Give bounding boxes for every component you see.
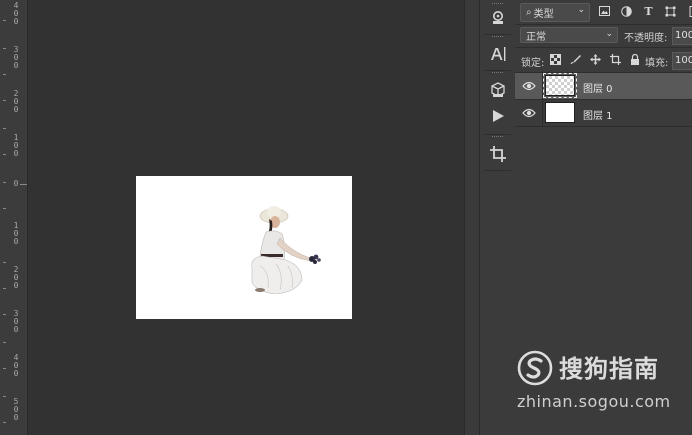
lock-all-icon[interactable]	[629, 53, 641, 66]
sogou-logo-icon	[517, 350, 553, 386]
ruler-label: 3 0 0	[13, 309, 19, 334]
lock-position-icon[interactable]	[589, 53, 601, 66]
character-panel-button[interactable]	[480, 40, 515, 68]
lock-row: 锁定: 填充: 100%	[515, 48, 692, 73]
watermark-url: zhinan.sogou.com	[517, 392, 671, 411]
3d-panel-button[interactable]	[480, 76, 515, 104]
crop-icon	[489, 146, 506, 162]
panel-icon-strip	[479, 0, 516, 435]
panel-divider[interactable]	[464, 0, 479, 435]
blend-mode-value: 正常	[526, 31, 546, 43]
layer-name: 图层 0	[583, 84, 613, 95]
kind-filter-value: 类型	[533, 9, 554, 20]
search-icon: ⌕	[526, 7, 532, 18]
lock-icons	[549, 53, 641, 66]
fill-input[interactable]: 100%	[672, 52, 692, 70]
ruler-label: 2 0 0	[13, 265, 19, 290]
ruler-label: 5 0 0	[13, 397, 19, 422]
actions-play-button[interactable]	[480, 102, 515, 130]
blend-mode-select[interactable]: 正常 ⌄	[520, 27, 618, 43]
layer-thumbnail	[545, 102, 575, 123]
crop-panel-button[interactable]	[480, 140, 515, 168]
eye-icon[interactable]	[522, 80, 536, 92]
chevron-down-icon: ⌄	[605, 29, 613, 39]
grip-handle[interactable]	[492, 136, 503, 139]
lock-artboard-icon[interactable]	[609, 53, 621, 66]
pixel-layer-filter-icon[interactable]	[598, 4, 611, 18]
history-panel-button[interactable]	[480, 4, 515, 32]
type-layer-filter-icon[interactable]: T	[642, 4, 655, 18]
chevron-down-icon: ⌄	[577, 5, 585, 15]
opacity-label: 不透明度:	[624, 33, 668, 44]
3d-icon	[490, 82, 505, 97]
opacity-input[interactable]: 100%	[672, 27, 692, 45]
layer-name: 图层 1	[583, 111, 613, 122]
ruler-origin-mark	[20, 184, 27, 185]
history-icon	[492, 11, 503, 24]
lock-label: 锁定:	[521, 58, 545, 69]
ruler-edge-marks	[0, 0, 8, 435]
layer-filter-row: ⌕ 类型 ⌄ T	[515, 0, 692, 25]
layer-thumbnail	[543, 73, 577, 98]
watermark-brand: 搜狗指南	[559, 355, 659, 383]
workspace[interactable]	[28, 0, 464, 435]
play-icon	[492, 110, 504, 122]
vertical-ruler[interactable]: 4 0 0 3 0 0 2 0 0 1 0 0 0 1 0 0 2 0 0 3 …	[0, 0, 28, 435]
character-icon	[490, 47, 505, 61]
smart-object-filter-icon[interactable]	[686, 4, 692, 18]
grip-handle[interactable]	[492, 36, 503, 39]
ruler-label: 3 0 0	[13, 45, 19, 70]
layer-row[interactable]: 图层 0	[515, 73, 692, 100]
adjustment-layer-filter-icon[interactable]	[620, 4, 633, 18]
shape-layer-filter-icon[interactable]	[664, 4, 677, 18]
ruler-label: 4 0 0	[13, 353, 19, 378]
woman-in-hat-photo	[251, 206, 321, 294]
blend-row: 正常 ⌄ 不透明度: 100%	[515, 25, 692, 48]
lock-image-pixels-icon[interactable]	[569, 53, 581, 66]
document-canvas[interactable]	[136, 176, 352, 319]
layer-row[interactable]: 图层 1	[515, 100, 692, 127]
lock-transparent-pixels-icon[interactable]	[549, 53, 561, 66]
ruler-label: 1 0 0	[13, 133, 19, 158]
eye-icon[interactable]	[522, 107, 536, 119]
kind-filter-select[interactable]: ⌕ 类型 ⌄	[520, 3, 590, 22]
grip-handle[interactable]	[492, 72, 503, 75]
filter-icons: T	[598, 4, 692, 18]
fill-label: 填充:	[645, 58, 669, 69]
ruler-label: 4 0 0	[13, 1, 19, 26]
ruler-label: 1 0 0	[13, 221, 19, 246]
ruler-label: 2 0 0	[13, 89, 19, 114]
